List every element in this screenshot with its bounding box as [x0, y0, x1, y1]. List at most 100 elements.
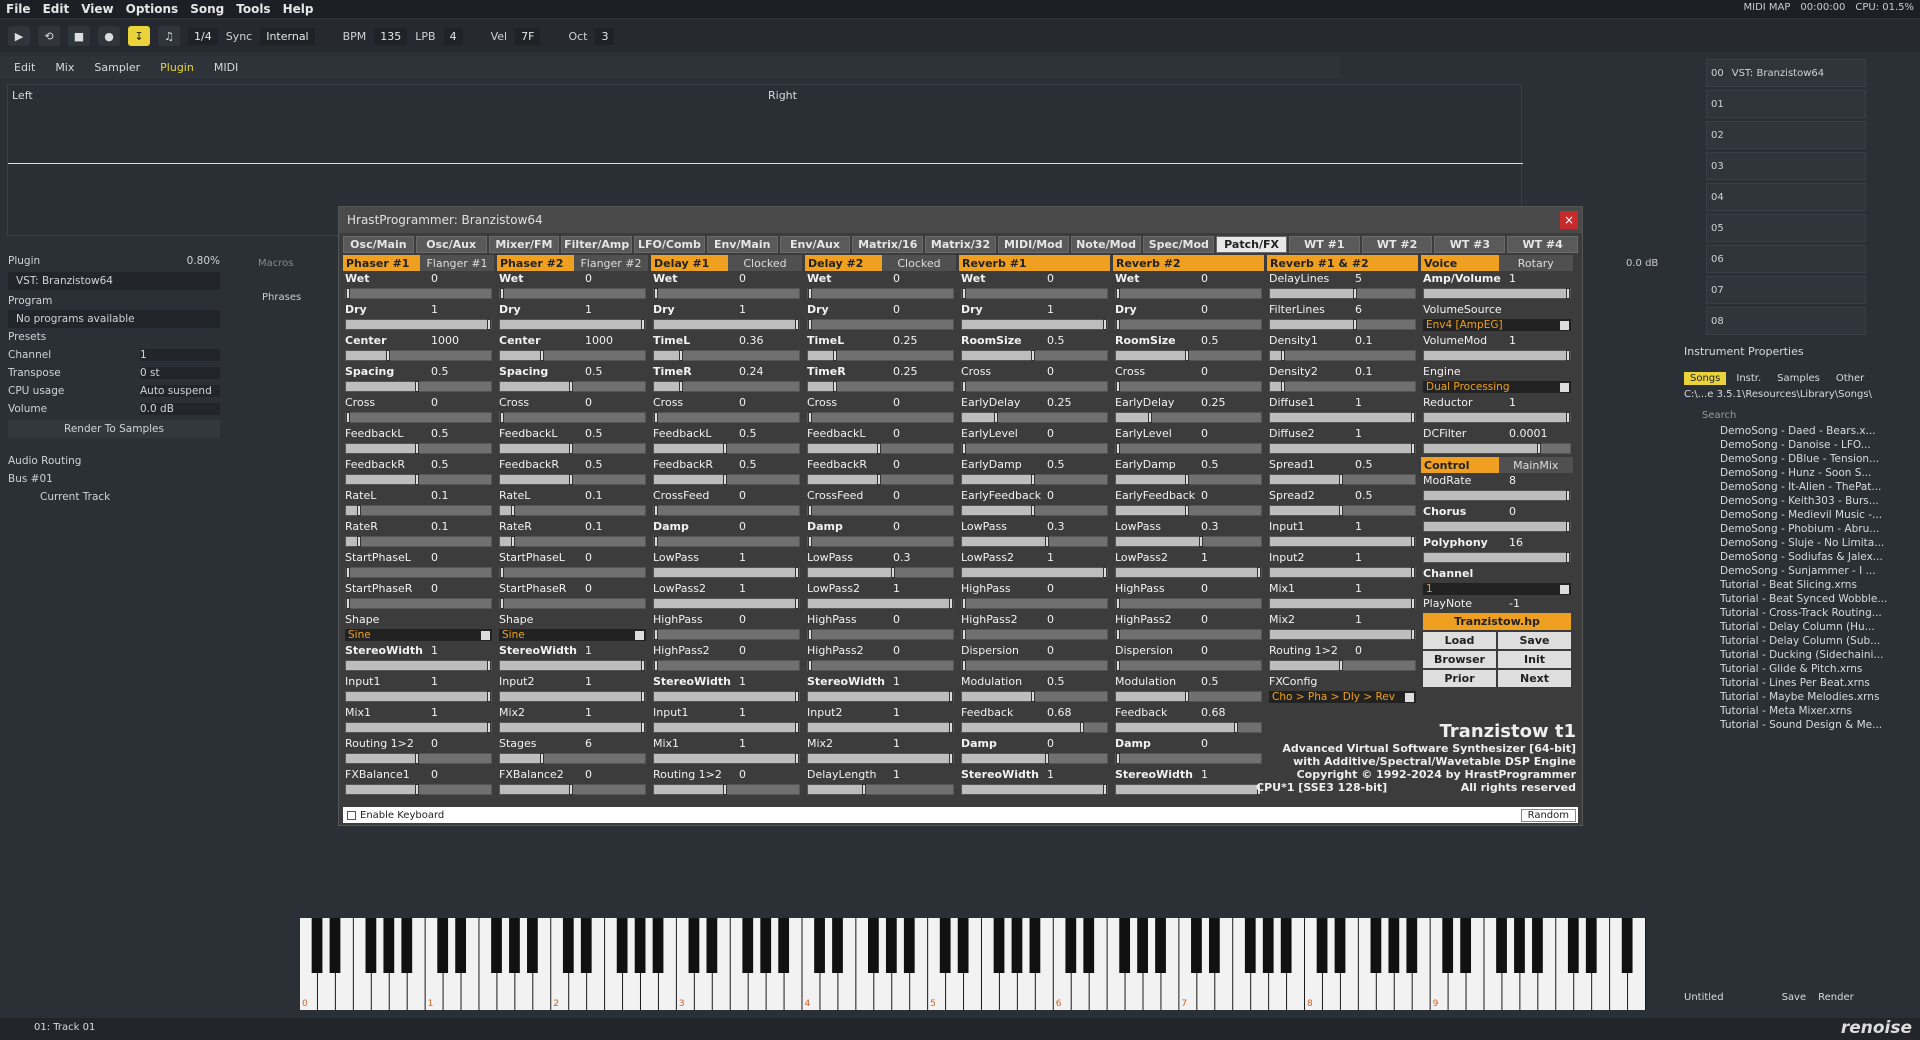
param-slider[interactable]	[1115, 784, 1262, 795]
black-key[interactable]	[509, 918, 520, 973]
param-slider[interactable]	[1269, 412, 1416, 423]
vel-value[interactable]: 7F	[515, 27, 541, 45]
bus-row[interactable]: Bus #01	[0, 470, 228, 488]
plugin-titlebar[interactable]: HrastProgrammer: Branzistow64 ×	[339, 207, 1582, 233]
slider-thumb[interactable]	[962, 660, 966, 671]
control-tab[interactable]: Control	[1421, 457, 1499, 473]
column-title[interactable]: Phaser #1	[343, 255, 420, 271]
slider-thumb[interactable]	[1116, 753, 1120, 764]
param-slider[interactable]	[653, 505, 800, 516]
record-button[interactable]: ●	[98, 26, 120, 46]
slider-thumb[interactable]	[795, 567, 799, 578]
plugin-tab[interactable]: Patch/FX	[1216, 236, 1287, 253]
column-title[interactable]: Reverb #1 & #2	[1267, 255, 1418, 271]
slider-thumb[interactable]	[500, 288, 504, 299]
instrument-slot[interactable]: 02	[1706, 121, 1866, 149]
param-slider[interactable]	[499, 567, 646, 578]
song-item[interactable]: Tutorial - Delay Column (Hu...	[1680, 621, 1920, 635]
sync-select[interactable]: Internal	[260, 27, 315, 45]
slider-thumb[interactable]	[1030, 691, 1035, 702]
plugin-tab[interactable]: WT #2	[1361, 236, 1433, 253]
slider-thumb[interactable]	[346, 598, 350, 609]
slider-thumb[interactable]	[949, 691, 953, 702]
slider-thumb[interactable]	[1103, 319, 1107, 330]
slider-thumb[interactable]	[1116, 381, 1120, 392]
instrument-slot[interactable]: 08	[1706, 307, 1866, 335]
slider-thumb[interactable]	[1338, 474, 1343, 485]
slider-thumb[interactable]	[795, 691, 799, 702]
bpm-value[interactable]: 135	[374, 27, 408, 45]
black-key[interactable]	[1083, 918, 1095, 973]
slider-thumb[interactable]	[808, 660, 812, 671]
fxconfig-select[interactable]: Cho > Pha > Dly > Rev	[1269, 691, 1416, 703]
black-key[interactable]	[1011, 918, 1023, 973]
pattern-step[interactable]: 1/4	[188, 27, 218, 45]
piano-keyboard[interactable]: 0 1 2 3 4 5 6 7 8 9	[300, 918, 1646, 1010]
param-slider[interactable]	[499, 288, 646, 299]
param-slider[interactable]	[499, 319, 646, 330]
slider-thumb[interactable]	[487, 660, 491, 671]
menu-song[interactable]: Song	[190, 2, 224, 16]
black-key[interactable]	[957, 918, 969, 973]
slider-thumb[interactable]	[414, 784, 419, 795]
black-key[interactable]	[1316, 918, 1328, 973]
lpb-value[interactable]: 4	[443, 27, 463, 45]
slider-thumb[interactable]	[1338, 660, 1343, 671]
instrument-slot[interactable]: 07	[1706, 276, 1866, 304]
slider-thumb[interactable]	[808, 536, 812, 547]
param-slider[interactable]	[499, 412, 646, 423]
song-item[interactable]: DemoSong - DBlue - Tension...	[1680, 453, 1920, 467]
column-title[interactable]: Reverb #2	[1113, 255, 1264, 271]
black-key[interactable]	[1065, 918, 1077, 973]
black-key[interactable]	[491, 918, 502, 973]
param-slider[interactable]	[345, 474, 492, 485]
param-slider[interactable]	[1423, 350, 1571, 361]
black-key[interactable]	[903, 918, 915, 973]
slider-thumb[interactable]	[795, 753, 799, 764]
browser-tab[interactable]: Other	[1830, 372, 1870, 385]
param-slider[interactable]	[345, 443, 492, 454]
param-slider[interactable]	[653, 350, 800, 361]
slider-thumb[interactable]	[833, 381, 837, 392]
tab-mix[interactable]: Mix	[47, 59, 82, 76]
black-key[interactable]	[437, 918, 449, 973]
param-slider[interactable]	[1115, 381, 1262, 392]
param-slider[interactable]	[1115, 443, 1262, 454]
param-slider[interactable]	[1269, 319, 1416, 330]
slider-thumb[interactable]	[949, 722, 953, 733]
param-slider[interactable]	[961, 784, 1108, 795]
slider-thumb[interactable]	[795, 722, 799, 733]
param-slider[interactable]	[499, 691, 646, 702]
slider-thumb[interactable]	[1411, 443, 1415, 454]
slider-thumb[interactable]	[1116, 443, 1120, 454]
slider-thumb[interactable]	[1116, 288, 1120, 299]
song-item[interactable]: DemoSong - Sluje - No Limita...	[1680, 537, 1920, 551]
param-slider[interactable]	[1115, 660, 1262, 671]
column-subtitle[interactable]: Flanger #1	[420, 255, 494, 271]
param-slider[interactable]	[961, 412, 1108, 423]
slider-thumb[interactable]	[1045, 753, 1049, 764]
black-key[interactable]	[616, 918, 628, 973]
plugin-tab[interactable]: Filter/Amp	[561, 236, 633, 253]
song-item[interactable]: Tutorial - Glide & Pitch.xrns	[1680, 663, 1920, 677]
slider-thumb[interactable]	[1536, 443, 1541, 454]
render-song-button[interactable]: Render	[1818, 992, 1854, 1003]
param-slider[interactable]	[961, 536, 1108, 547]
slider-thumb[interactable]	[808, 412, 812, 423]
slider-thumb[interactable]	[795, 598, 799, 609]
param-slider[interactable]	[345, 381, 492, 392]
slider-thumb[interactable]	[641, 319, 645, 330]
instrument-slot[interactable]: 06	[1706, 245, 1866, 273]
black-key[interactable]	[1137, 918, 1148, 973]
black-key[interactable]	[1029, 918, 1041, 973]
black-key[interactable]	[383, 918, 395, 973]
slider-thumb[interactable]	[1566, 552, 1570, 563]
black-key[interactable]	[311, 918, 323, 973]
slider-thumb[interactable]	[487, 691, 491, 702]
slider-thumb[interactable]	[1103, 567, 1107, 578]
slider-thumb[interactable]	[1566, 350, 1570, 361]
black-key[interactable]	[885, 918, 897, 973]
plugin-tab[interactable]: LFO/Comb	[634, 236, 705, 253]
search-input[interactable]: Search	[1702, 410, 1920, 421]
black-key[interactable]	[527, 918, 538, 973]
